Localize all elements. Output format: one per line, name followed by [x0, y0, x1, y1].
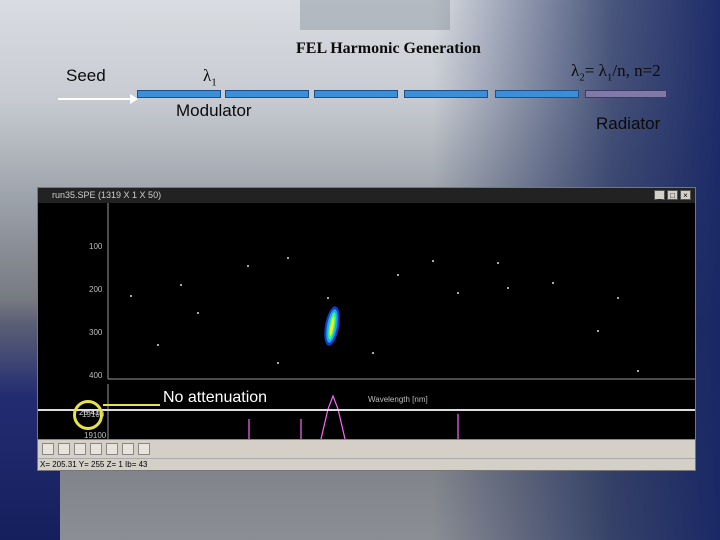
y-tick: 400: [89, 371, 103, 380]
spectrum-strip: [38, 384, 695, 440]
highlighted-value: 28-41: [79, 408, 100, 417]
no-attenuation-label: No attenuation: [163, 389, 268, 406]
x-axis-title: Wavelength [nm]: [368, 395, 428, 404]
window-toolbar: [38, 439, 695, 458]
noise-dots: [130, 257, 639, 372]
toolbar-button[interactable]: [138, 443, 150, 455]
seed-label: Seed: [66, 66, 106, 85]
plot-canvas: [107, 203, 695, 380]
spectrum-trace: [107, 384, 459, 440]
divider-line: [38, 409, 695, 411]
radiator-label: Radiator: [596, 114, 661, 133]
y-tick: 200: [89, 285, 103, 294]
undulator-segment: [495, 90, 579, 98]
lambda1-label: λ1: [203, 66, 217, 89]
y-tick: 100: [89, 242, 103, 251]
y-tick: 300: [89, 328, 103, 337]
spectrometer-window: run35.SPE (1319 X 1 X 50) _ □ × 400 300 …: [37, 187, 696, 471]
toolbar-button[interactable]: [42, 443, 54, 455]
toolbar-button[interactable]: [74, 443, 86, 455]
fel-spot: [324, 306, 340, 346]
undulator-segment: [225, 90, 309, 98]
toolbar-button[interactable]: [58, 443, 70, 455]
toolbar-button[interactable]: [122, 443, 134, 455]
background-photo: [300, 0, 450, 30]
lambda2-label: λ2= λ1/n, n=2: [571, 61, 661, 84]
window-titlebar: run35.SPE (1319 X 1 X 50): [38, 188, 695, 203]
window-controls: _ □ ×: [654, 190, 691, 200]
image-plot[interactable]: 400 300 200 100: [38, 203, 695, 384]
highlight-circle: 28-41: [73, 400, 103, 430]
modulator-segment: [137, 90, 221, 98]
minimize-button[interactable]: _: [654, 190, 665, 200]
maximize-button[interactable]: □: [667, 190, 678, 200]
toolbar-button[interactable]: [90, 443, 102, 455]
undulator-segment: [314, 90, 398, 98]
diagram-title: FEL Harmonic Generation: [296, 40, 481, 57]
radiator-segment: [585, 90, 667, 98]
toolbar-button[interactable]: [106, 443, 118, 455]
seed-arrow-icon: [58, 94, 138, 104]
undulator-segment: [404, 90, 488, 98]
status-bar: X= 205.31 Y= 255 Z= 1 Ib= 43: [38, 458, 695, 470]
modulator-label: Modulator: [176, 101, 252, 120]
close-button[interactable]: ×: [680, 190, 691, 200]
